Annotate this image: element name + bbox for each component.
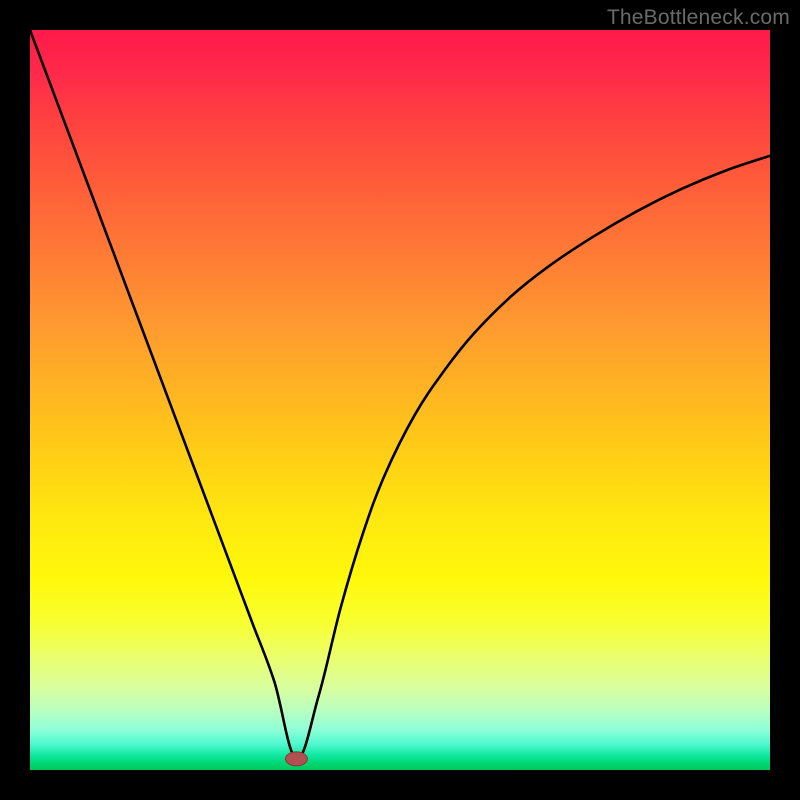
chart-frame: TheBottleneck.com [0, 0, 800, 800]
watermark-text: TheBottleneck.com [607, 6, 790, 30]
plot-area [30, 30, 770, 770]
minimum-marker [285, 752, 307, 766]
chart-svg [30, 30, 770, 770]
bottleneck-curve [30, 30, 770, 759]
